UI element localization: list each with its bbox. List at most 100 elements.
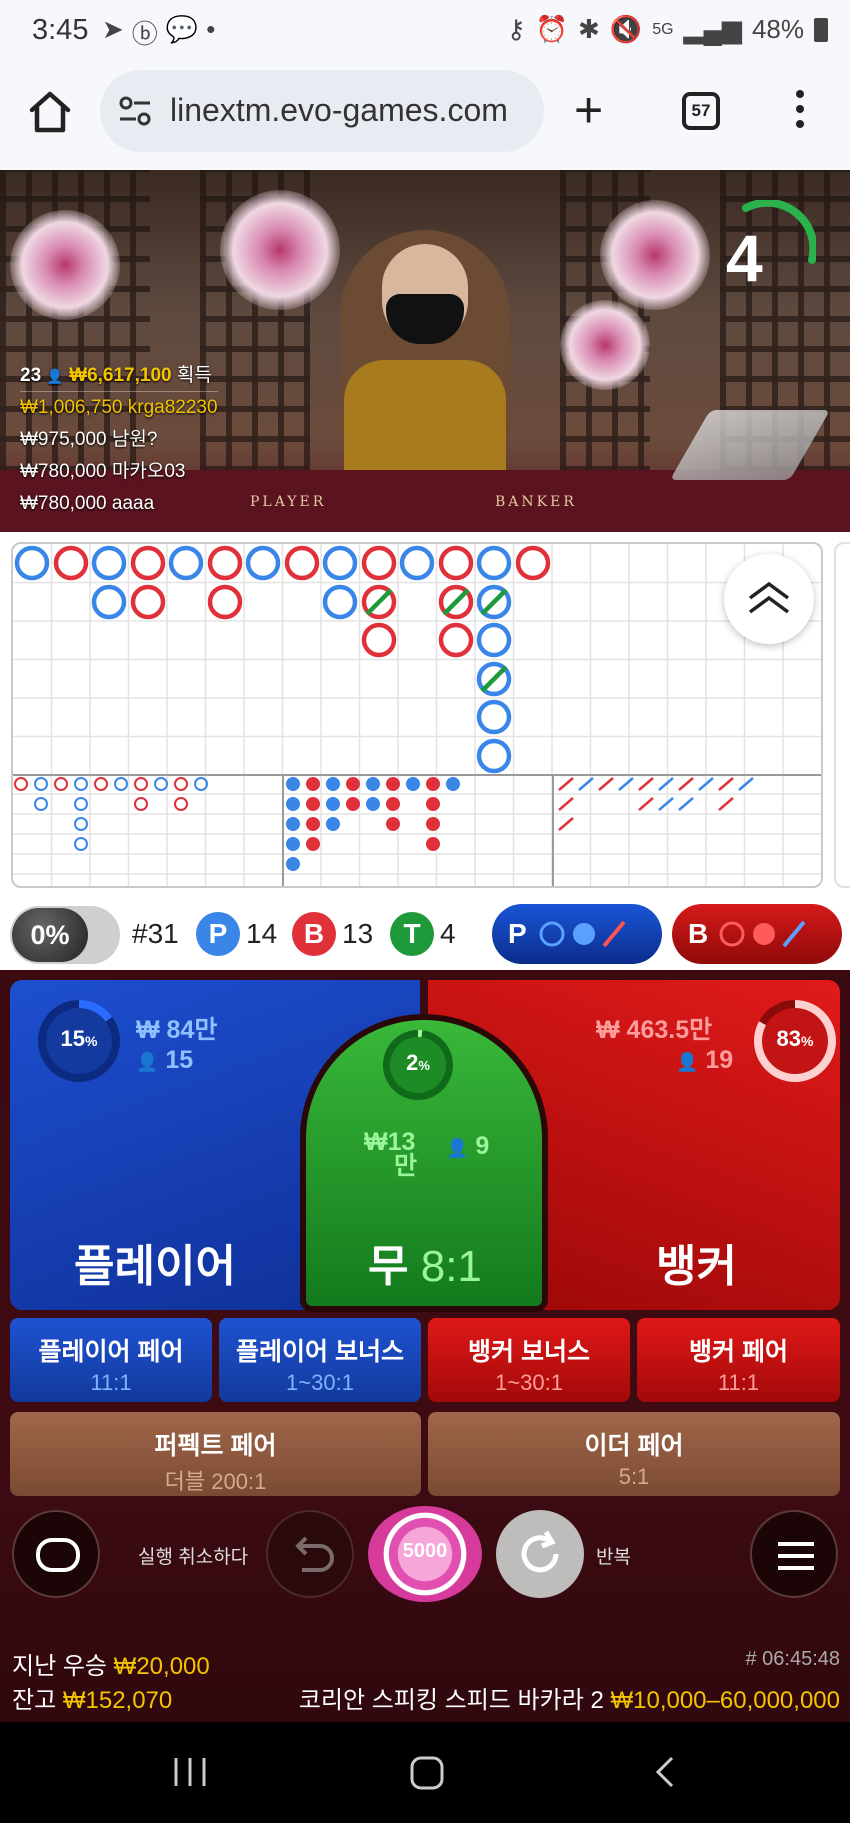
expand-roadmap-button[interactable]: [724, 554, 814, 644]
banker-pair-bet[interactable]: 뱅커 페어 11:1: [637, 1318, 840, 1402]
recent-apps-icon[interactable]: [174, 1758, 206, 1786]
user-icon: 👤: [676, 1052, 699, 1072]
live-video: PLAYER BANKER 4 23 👤 ₩6,617,100 획득 ₩1,00…: [0, 170, 850, 532]
status-time: 3:45: [32, 14, 89, 46]
banker-bonus-bet[interactable]: 뱅커 보너스 1~30:1: [428, 1318, 630, 1402]
player-bonus-bet[interactable]: 플레이어 보너스 1~30:1: [219, 1318, 421, 1402]
chip-value: 5000: [402, 1540, 448, 1562]
undo-icon: [295, 1536, 334, 1572]
user-icon: 👤: [46, 368, 64, 384]
roadmap-panel: [0, 532, 850, 900]
player-percent-ring: 15%: [38, 1000, 120, 1082]
bead-road: [13, 544, 821, 886]
felt-label-player: PLAYER: [250, 494, 327, 510]
player-bettors: 👤 15: [136, 1046, 194, 1074]
repeat-icon: [521, 1530, 559, 1573]
tie-percent-ring: 2%: [383, 1030, 453, 1100]
flower-decoration: [600, 200, 710, 310]
app-b-icon: ⓑ: [131, 19, 158, 49]
flower-decoration: [10, 210, 120, 320]
last-win: 지난 우승 ₩20,000: [12, 1653, 210, 1680]
game-id: # 06:45:48: [745, 1648, 840, 1670]
player-badge: P: [196, 912, 240, 956]
new-tab-plus-icon[interactable]: +: [574, 85, 603, 135]
tie-bet-spot[interactable]: 2% ₩13 만 👤 9 무 8:1: [300, 1014, 548, 1312]
telegram-icon: ➤: [102, 14, 124, 44]
player-percent: 15%: [60, 1026, 98, 1051]
winners-list: 23 👤 ₩6,617,100 획득 ₩1,006,750 krga82230 …: [20, 360, 218, 520]
menu-button[interactable]: [750, 1510, 838, 1598]
player-label: 플레이어: [74, 1242, 236, 1291]
network-5g: 5G: [652, 20, 674, 38]
status-bar: 3:45 ➤ ⓑ 💬 • ⚷ ⏰ ✱ 🔇 5G ▂▄▆ 48%: [0, 0, 850, 62]
balance: 잔고 ₩152,070: [12, 1687, 173, 1714]
tie-label: 무 8:1: [368, 1242, 482, 1291]
hamburger-menu-icon: [778, 1542, 814, 1570]
bet-controls: 실행 취소하다 5000 반복: [0, 1506, 850, 1620]
banker-badge: B: [292, 912, 336, 956]
banker-count: 13: [342, 918, 374, 949]
android-nav-bar: [0, 1722, 850, 1823]
perfect-pair-bet[interactable]: 퍼펙트 페어 더블 200:1: [10, 1412, 421, 1496]
countdown-timer: 4: [716, 200, 816, 300]
talk-icon: 💬: [165, 14, 199, 44]
banker-amount: ₩ 463.5만: [596, 1016, 713, 1044]
next-roadmap-edge[interactable]: [834, 542, 850, 888]
system-icons: ⚷ ⏰ ✱ 🔇 5G ▂▄▆ 48%: [507, 14, 828, 45]
winner-row: ₩1,006,750 krga82230: [20, 397, 218, 418]
home-nav-icon[interactable]: [410, 1756, 444, 1790]
more-dot-icon: •: [206, 14, 216, 44]
undo-label: 실행 취소하다: [138, 1547, 249, 1568]
percent-toggle[interactable]: 0%: [10, 906, 120, 964]
tie-percent: 2%: [406, 1050, 430, 1075]
url-text: linextm.evo-games.com: [170, 92, 508, 128]
browser-toolbar: linextm.evo-games.com + 57: [0, 62, 850, 170]
back-icon[interactable]: [655, 1756, 674, 1788]
stats-bar: 0% #31 P 14 B 13 T 4 P B: [0, 900, 850, 970]
mute-icon: 🔇: [609, 14, 643, 44]
player-count: 14: [246, 918, 278, 949]
user-icon: 👤: [446, 1138, 469, 1158]
notification-icons: ➤ ⓑ 💬 •: [102, 14, 215, 51]
winner-row: ₩780,000 마카오03: [20, 461, 186, 482]
banker-percent: 83%: [776, 1026, 814, 1051]
site-settings-icon[interactable]: [116, 92, 154, 130]
battery-icon: [814, 17, 828, 42]
banker-label: 뱅커: [656, 1242, 737, 1291]
address-bar[interactable]: linextm.evo-games.com: [100, 70, 544, 152]
double-chevron-up-icon: [748, 581, 790, 614]
chat-icon: [36, 1538, 80, 1572]
tie-bettors: 👤 9: [446, 1132, 490, 1160]
signal-icon: ▂▄▆: [683, 14, 742, 44]
tie-count: 4: [440, 918, 456, 949]
banker-percent-ring: 83%: [754, 1000, 836, 1082]
page: 3:45 ➤ ⓑ 💬 • ⚷ ⏰ ✱ 🔇 5G ▂▄▆ 48% linextm.…: [0, 0, 850, 1823]
round-number: #31: [132, 918, 179, 949]
countdown-value: 4: [726, 221, 763, 295]
chip-selector[interactable]: 5000: [368, 1506, 482, 1602]
percent-toggle-knob: 0%: [12, 908, 88, 962]
battery-text: 48%: [751, 14, 804, 44]
dealer: [320, 210, 530, 520]
betting-area: 15% ₩ 84만 👤 15 플레이어 83% ₩ 463.5만 👤 19 뱅커…: [0, 970, 850, 1823]
undo-button[interactable]: [266, 1510, 354, 1598]
player-amount: ₩ 84만: [136, 1016, 218, 1044]
felt-label-banker: BANKER: [495, 494, 577, 510]
more-menu-icon[interactable]: [790, 90, 810, 136]
banker-bettors: 👤 19: [676, 1046, 734, 1074]
either-pair-bet[interactable]: 이더 페어 5:1: [428, 1412, 840, 1496]
player-predict-button[interactable]: P: [492, 904, 662, 964]
banker-predict-button[interactable]: B: [672, 904, 842, 964]
bluetooth-icon: ✱: [578, 14, 600, 44]
flower-decoration: [560, 300, 650, 390]
repeat-button[interactable]: [496, 1510, 584, 1598]
tab-switcher-button[interactable]: 57: [682, 92, 720, 130]
home-icon[interactable]: [26, 88, 74, 136]
key-icon: ⚷: [506, 14, 526, 44]
chat-button[interactable]: [12, 1510, 100, 1598]
player-predict-icons: [539, 920, 626, 948]
winner-row: ₩975,000 남원?: [20, 429, 158, 450]
scoreboard-grid[interactable]: [11, 542, 823, 888]
player-pair-bet[interactable]: 플레이어 페어 11:1: [10, 1318, 212, 1402]
repeat-label: 반복: [596, 1547, 631, 1568]
